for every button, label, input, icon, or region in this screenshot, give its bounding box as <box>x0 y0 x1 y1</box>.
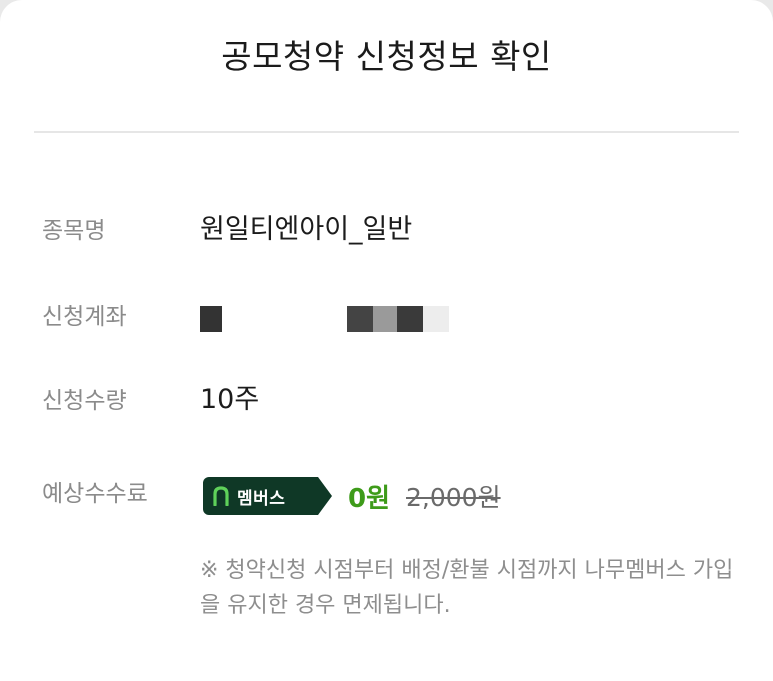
members-badge: 멤버스 <box>203 477 332 515</box>
namuh-logo-icon <box>213 486 229 506</box>
confirmation-sheet: 공모청약 신청정보 확인 종목명 원일티엔아이_일반 신청계좌 신청수량 10주… <box>0 0 773 681</box>
dialog-title: 공모청약 신청정보 확인 <box>221 37 552 76</box>
expected-fee-row: 멤버스 0원 2,000원 <box>203 476 501 516</box>
expected-fee-label: 예상수수료 <box>42 481 148 507</box>
quantity-label: 신청수량 <box>42 388 127 414</box>
quantity-value: 10주 <box>200 384 260 415</box>
account-label: 신청계좌 <box>42 304 127 330</box>
title-divider <box>34 131 739 133</box>
masked-account-number <box>200 306 460 332</box>
members-badge-label: 멤버스 <box>237 488 286 509</box>
fee-exemption-notice: ※ 청약신청 시점부터 배정/환불 시점까지 나무멤버스 가입을 유지한 경우 … <box>200 558 734 618</box>
stock-name-value: 원일티엔아이_일반 <box>200 214 413 245</box>
stock-name-label: 종목명 <box>42 218 106 244</box>
original-fee: 2,000원 <box>406 483 501 512</box>
discounted-fee: 0원 <box>348 483 391 514</box>
